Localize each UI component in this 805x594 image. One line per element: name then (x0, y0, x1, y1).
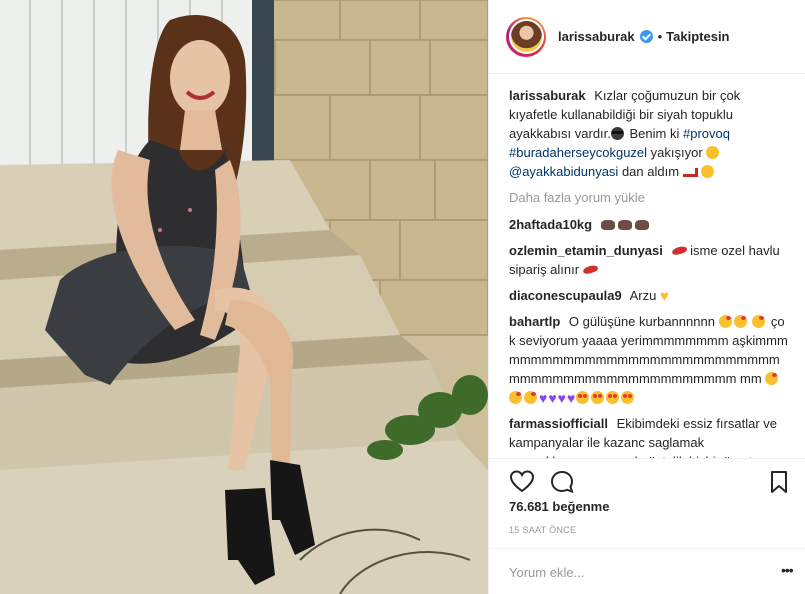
sunglasses-emoji-icon (610, 127, 624, 140)
more-options-icon[interactable]: ••• (781, 562, 794, 578)
header-separator: • (657, 29, 663, 44)
fist-bump-emoji-icon (617, 220, 632, 230)
bookmark-icon[interactable] (766, 469, 792, 495)
hug-emoji-icon (701, 165, 715, 178)
comment-icon[interactable] (549, 469, 575, 495)
comments-list: larissaburak Kızlar çoğumuzun bir çok kı… (509, 86, 789, 458)
purple-heart-emoji-icon: ♥ (566, 390, 576, 406)
load-more-comments-link[interactable]: Daha fazla yorum yükle (509, 188, 789, 207)
caption-text-2: Benim ki (629, 126, 683, 141)
purple-heart-emoji-icon: ♥ (539, 390, 548, 406)
following-status[interactable]: Takiptesin (666, 29, 729, 44)
heart-eyes-emoji-icon (591, 391, 605, 404)
post-side-panel: larissaburak • Takiptesin larissaburak K… (488, 0, 805, 594)
action-icon-row (509, 469, 799, 497)
comment-item: bahar‌tlp O gülüşüne kurbannnnnn çok sev… (509, 312, 789, 407)
comment-item: diaconescupaula9 Arzu ♥ (509, 286, 789, 305)
heart-icon[interactable] (509, 469, 535, 495)
comment-input[interactable] (509, 561, 759, 583)
mention-ayakkabidunyasi[interactable]: @ayakkabidunyasi (509, 164, 618, 179)
hashtag-buradaherseycokguzel[interactable]: #buradaherseycokguzel (509, 145, 647, 160)
like-count[interactable]: 76.681 beğenme (509, 499, 609, 514)
kiss-emoji-icon (718, 315, 732, 328)
comment-text: Arzu (629, 288, 657, 303)
post-photo[interactable] (0, 0, 488, 594)
lips-emoji-icon (670, 245, 688, 256)
fist-bump-emoji-icon (600, 220, 615, 230)
post-header: larissaburak • Takiptesin (489, 0, 805, 74)
heart-eyes-emoji-icon (576, 391, 590, 404)
instagram-post: larissaburak • Takiptesin larissaburak K… (0, 0, 805, 594)
comment-item: farmassiofficiall Ekibimdeki essiz fırsa… (509, 414, 789, 458)
story-avatar-ring[interactable] (506, 16, 546, 57)
comment-username[interactable]: bahar‌tlp (509, 314, 560, 329)
yellow-heart-emoji-icon: ♥ (659, 288, 669, 305)
caption-text-3: yakışıyor (650, 145, 707, 160)
comment-item: 2haftada10kg (509, 215, 789, 234)
heart-eyes-emoji-icon (621, 391, 635, 404)
comment-username[interactable]: farmassiofficiall (509, 416, 608, 431)
high-heel-emoji-icon (682, 168, 698, 177)
caption-text-4: dan aldım (621, 164, 683, 179)
hashtag-provoq[interactable]: #provoq (683, 126, 730, 141)
verified-badge-icon (639, 30, 653, 43)
comment-username[interactable]: diaconescupaula9 (509, 288, 622, 303)
add-comment-bar: ••• (489, 548, 805, 594)
caption-username[interactable]: larissaburak (509, 88, 586, 103)
post-timestamp[interactable]: 15 SAAT ÖNCE (509, 525, 576, 535)
comment-username[interactable]: 2haftada10kg (509, 217, 592, 232)
post-actions: 76.681 beğenme 15 SAAT ÖNCE (489, 458, 805, 548)
caption: larissaburak Kızlar çoğumuzun bir çok kı… (509, 86, 789, 181)
lips-emoji-icon (582, 264, 599, 275)
post-photo-illustration (0, 0, 488, 594)
kiss-emoji-icon (765, 372, 779, 385)
kiss-emoji-icon (733, 315, 747, 328)
comment-item: ozlemin_etamin_dunyasi isme ozel havlu s… (509, 241, 789, 279)
kiss-emoji-icon (509, 391, 522, 404)
fist-bump-emoji-icon (634, 220, 649, 230)
comment-text: O gülüşüne kurbannnnnn (568, 314, 715, 329)
smile-emoji-icon (706, 146, 720, 159)
purple-heart-emoji-icon: ♥ (548, 390, 557, 406)
header-username[interactable]: larissaburak (558, 29, 635, 44)
kiss-emoji-icon (524, 391, 537, 404)
avatar[interactable] (508, 19, 544, 54)
comment-username[interactable]: ozlemin_etamin_dunyasi (509, 243, 663, 258)
kiss-emoji-icon (752, 315, 766, 328)
heart-eyes-emoji-icon (606, 391, 620, 404)
purple-heart-emoji-icon: ♥ (557, 390, 566, 406)
